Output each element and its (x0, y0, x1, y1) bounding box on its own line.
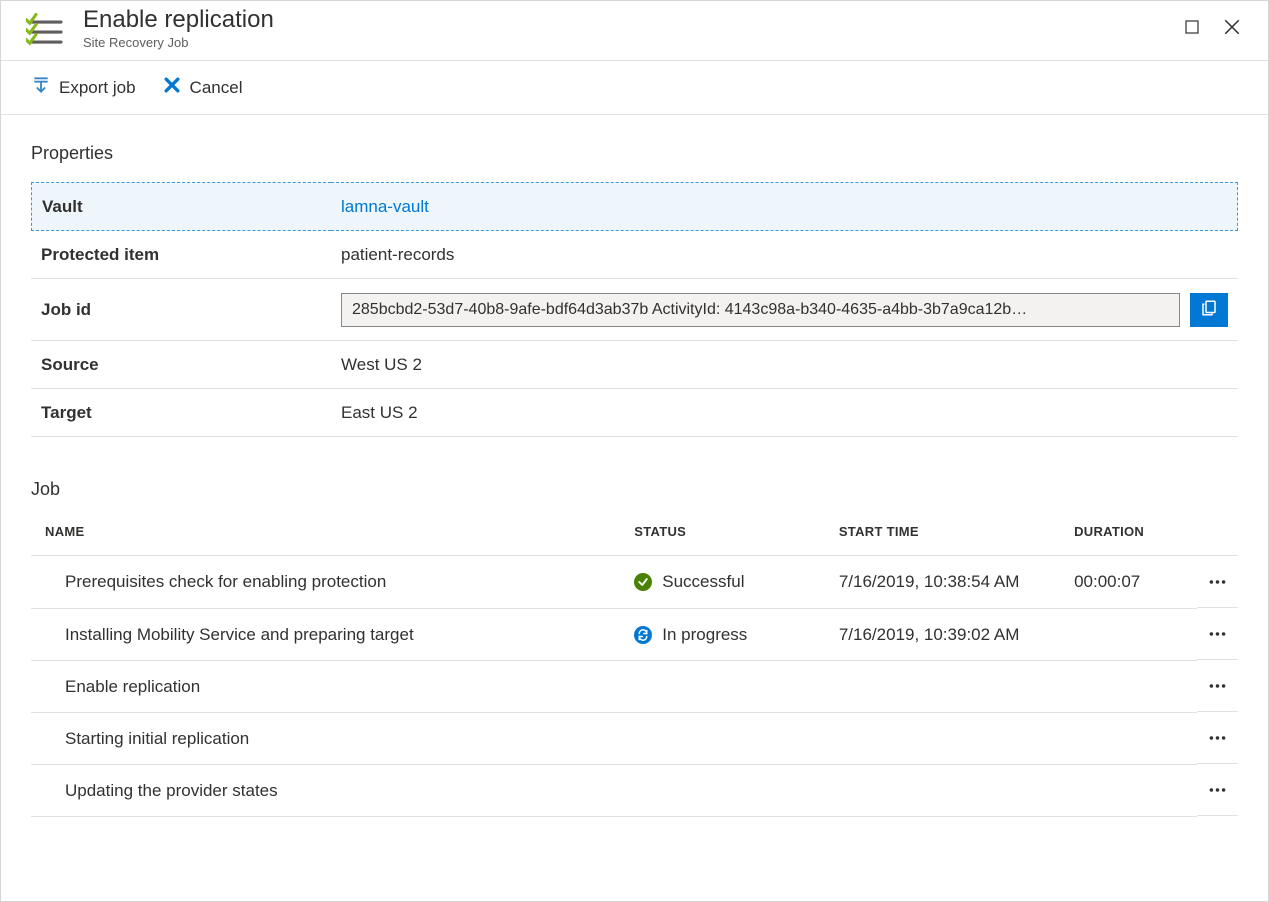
job-name: Enable replication (31, 660, 624, 712)
job-start-time (829, 660, 1064, 712)
row-actions-button[interactable] (1197, 608, 1238, 660)
job-start-time (829, 712, 1064, 764)
more-icon (1207, 571, 1228, 593)
row-actions-button[interactable] (1197, 712, 1238, 764)
job-start-time (829, 764, 1064, 816)
prop-value-target: East US 2 (331, 389, 1238, 437)
col-header-status[interactable]: STATUS (624, 506, 829, 556)
job-section-title: Job (31, 479, 1238, 500)
export-icon (31, 75, 51, 100)
more-icon (1207, 675, 1228, 697)
more-icon (1207, 623, 1228, 645)
progress-icon (634, 626, 652, 644)
job-duration (1064, 608, 1197, 660)
job-duration (1064, 764, 1197, 816)
job-status: In progress (624, 608, 829, 660)
job-status (624, 712, 829, 764)
table-row[interactable]: Installing Mobility Service and preparin… (31, 608, 1238, 660)
blade-enable-replication: Enable replication Site Recovery Job Exp… (0, 0, 1269, 902)
prop-value-protected: patient-records (331, 231, 1238, 279)
table-row[interactable]: Prerequisites check for enabling protect… (31, 556, 1238, 609)
status-text: In progress (662, 625, 747, 645)
row-actions-button[interactable] (1197, 660, 1238, 712)
job-duration (1064, 660, 1197, 712)
col-header-start[interactable]: START TIME (829, 506, 1064, 556)
job-table: NAME STATUS START TIME DURATION Prerequi… (31, 506, 1238, 817)
prop-label-protected: Protected item (31, 231, 331, 279)
job-name: Prerequisites check for enabling protect… (31, 556, 624, 609)
header-text: Enable replication Site Recovery Job (83, 7, 274, 50)
prop-value-source: West US 2 (331, 341, 1238, 389)
job-name: Installing Mobility Service and preparin… (31, 608, 624, 660)
job-icon (25, 11, 67, 53)
job-duration: 00:00:07 (1064, 556, 1197, 609)
cancel-label: Cancel (190, 78, 243, 98)
properties-title: Properties (31, 143, 1238, 164)
success-icon (634, 573, 652, 591)
job-start-time: 7/16/2019, 10:39:02 AM (829, 608, 1064, 660)
page-title: Enable replication (83, 7, 274, 33)
job-name: Starting initial replication (31, 712, 624, 764)
copy-job-id-button[interactable] (1190, 293, 1228, 327)
export-job-button[interactable]: Export job (31, 75, 136, 100)
blade-header: Enable replication Site Recovery Job (1, 1, 1268, 61)
job-status (624, 660, 829, 712)
prop-label-source: Source (31, 341, 331, 389)
col-header-duration[interactable]: DURATION (1064, 506, 1197, 556)
table-row[interactable]: Updating the provider states (31, 764, 1238, 816)
close-button[interactable] (1212, 7, 1252, 47)
restore-button[interactable] (1172, 7, 1212, 47)
cancel-button[interactable]: Cancel (162, 75, 243, 100)
more-icon (1207, 727, 1228, 749)
prop-label-jobid: Job id (31, 279, 331, 341)
status-text: Successful (662, 572, 744, 592)
prop-label-vault: Vault (31, 182, 331, 231)
row-actions-button[interactable] (1197, 764, 1238, 816)
table-row[interactable]: Enable replication (31, 660, 1238, 712)
job-name: Updating the provider states (31, 764, 624, 816)
content: Properties Vault lamna-vault Protected i… (1, 115, 1268, 847)
vault-link[interactable]: lamna-vault (341, 197, 429, 217)
job-id-field[interactable]: 285bcbd2-53d7-40b8-9afe-bdf64d3ab37b Act… (341, 293, 1180, 327)
col-header-name[interactable]: NAME (31, 506, 624, 556)
copy-icon (1200, 299, 1218, 322)
page-subtitle: Site Recovery Job (83, 35, 274, 50)
export-job-label: Export job (59, 78, 136, 98)
properties-grid: Vault lamna-vault Protected item patient… (31, 182, 1238, 437)
job-start-time: 7/16/2019, 10:38:54 AM (829, 556, 1064, 609)
job-duration (1064, 712, 1197, 764)
table-row[interactable]: Starting initial replication (31, 712, 1238, 764)
more-icon (1207, 779, 1228, 801)
cancel-icon (162, 75, 182, 100)
job-status: Successful (624, 556, 829, 609)
prop-label-target: Target (31, 389, 331, 437)
job-status (624, 764, 829, 816)
row-actions-button[interactable] (1197, 556, 1238, 608)
toolbar: Export job Cancel (1, 61, 1268, 115)
